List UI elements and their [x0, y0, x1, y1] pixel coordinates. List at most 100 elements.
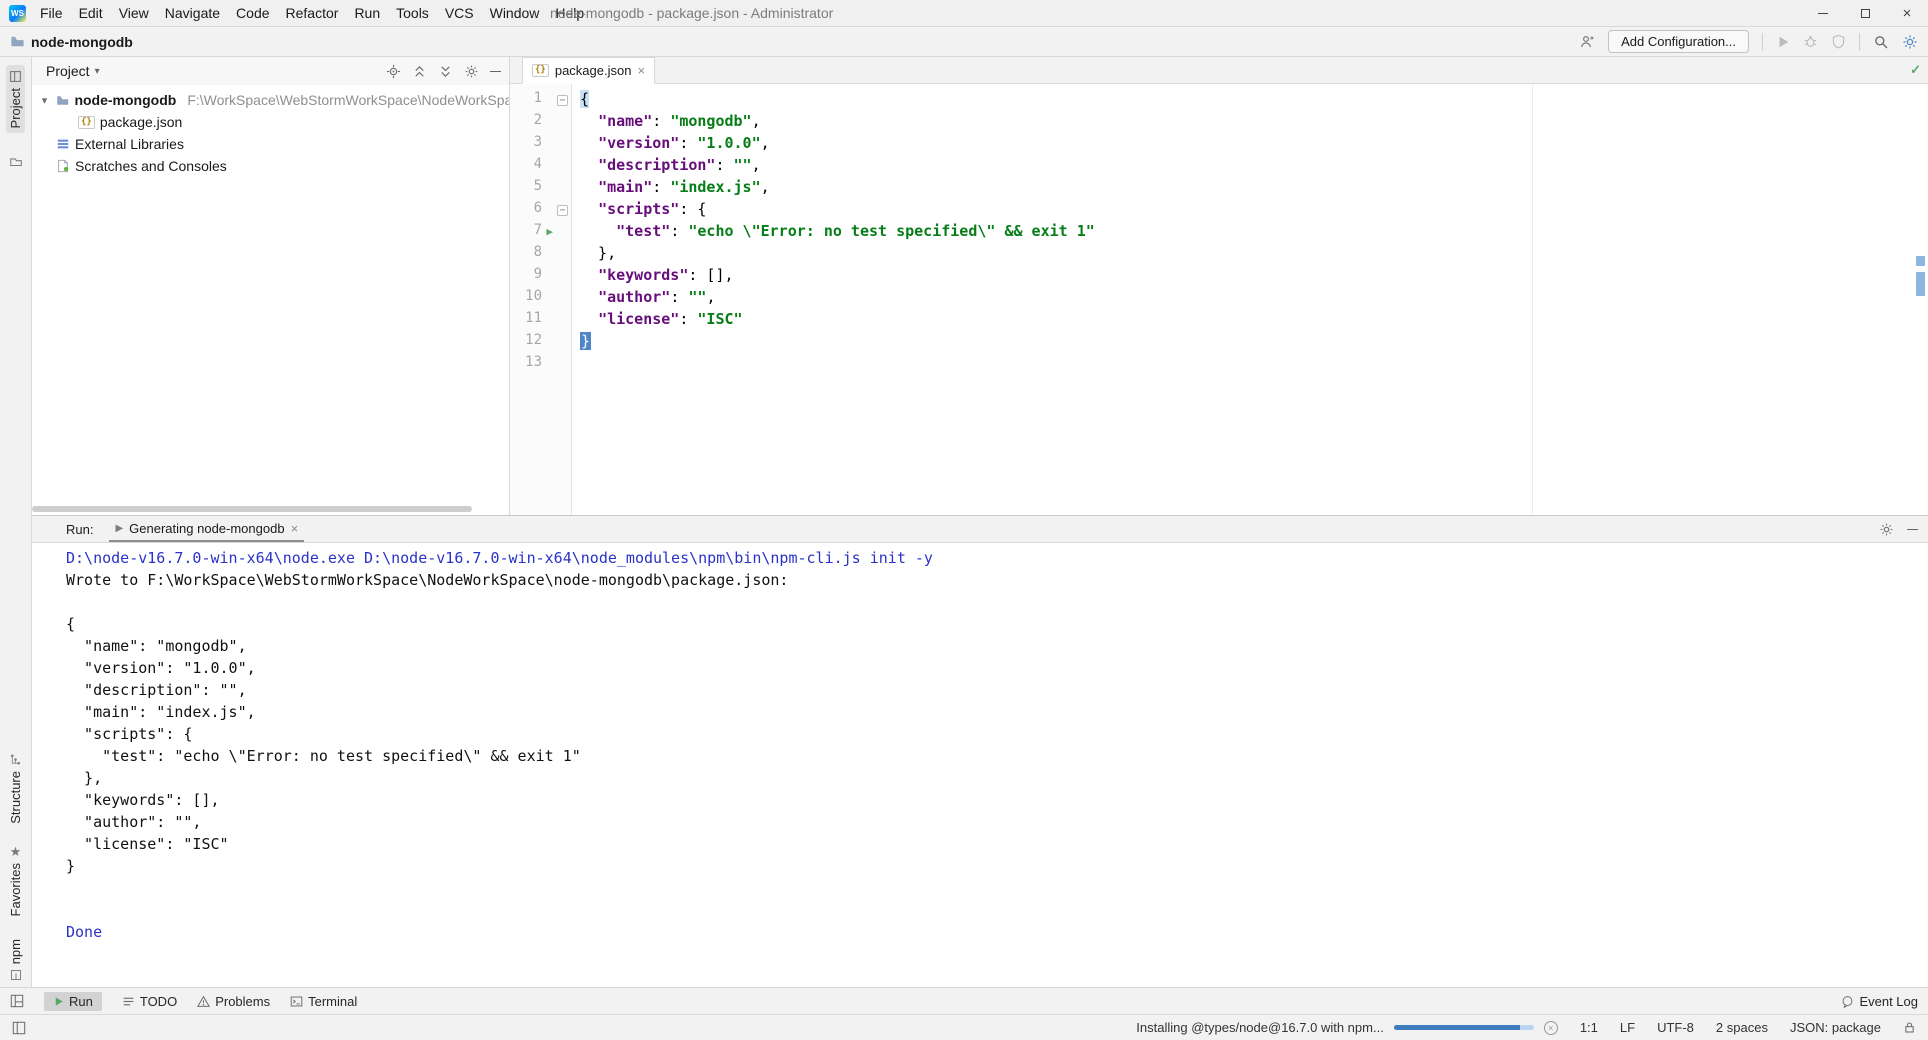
event-log-button[interactable]: Event Log: [1841, 994, 1918, 1009]
menu-item-vcs[interactable]: VCS: [437, 0, 482, 26]
editor-gutter: 1−2 3 4 5 6−7 ▶ 8 9 10 11 12 13: [510, 84, 572, 515]
gear-icon[interactable]: [1879, 522, 1894, 537]
inspections-ok-icon[interactable]: ✓: [1910, 62, 1921, 78]
file-type[interactable]: JSON: package: [1790, 1020, 1881, 1035]
profile-icon[interactable]: [1579, 34, 1595, 50]
editor-area: {} package.json × ✓ 1−2 3 4 5 6−7 ▶ 8 9 10 11 12 13…: [510, 57, 1928, 515]
run-console[interactable]: D:\node-v16.7.0-win-x64\node.exe D:\node…: [32, 543, 1928, 987]
toolwindow-tab-problems[interactable]: Problems: [197, 994, 270, 1009]
menu-item-edit[interactable]: Edit: [71, 0, 111, 26]
run-button[interactable]: [1776, 35, 1790, 49]
lock-icon[interactable]: [1903, 1021, 1916, 1034]
gear-icon[interactable]: [464, 64, 479, 79]
run-toolwindow: Run: ▶ Generating node-mongodb × D:\node…: [32, 515, 1928, 987]
stripe-tab-npm[interactable]: npm: [8, 939, 23, 981]
code-line[interactable]: "license": "ISC": [580, 310, 1095, 332]
gutter-line: 8: [533, 244, 542, 260]
code-line[interactable]: "author": "",: [580, 288, 1095, 310]
locate-file-icon[interactable]: [386, 64, 401, 79]
code-line[interactable]: [580, 354, 1095, 376]
settings-gear-icon[interactable]: [1902, 34, 1918, 50]
chevron-down-icon[interactable]: ▾: [95, 66, 100, 77]
progress-bar: [1393, 1025, 1534, 1030]
left-tool-stripe: Project Structure ★ Favorites npm: [0, 57, 32, 987]
editor-body[interactable]: 1−2 3 4 5 6−7 ▶ 8 9 10 11 12 13 { "name": "mongodb"…: [510, 84, 1928, 515]
debug-button[interactable]: [1803, 34, 1818, 49]
console-line: }: [66, 857, 76, 875]
code-line[interactable]: "main": "index.js",: [580, 178, 1095, 200]
run-line-icon[interactable]: ▶: [546, 225, 553, 238]
menu-item-tools[interactable]: Tools: [388, 0, 437, 26]
menu-item-navigate[interactable]: Navigate: [157, 0, 228, 26]
code-line[interactable]: "version": "1.0.0",: [580, 134, 1095, 156]
caret-position[interactable]: 1:1: [1580, 1020, 1598, 1035]
menu-item-file[interactable]: File: [32, 0, 71, 26]
minimize-button[interactable]: [1802, 0, 1844, 26]
tree-item-label: External Libraries: [75, 136, 184, 152]
scrollbar-mark[interactable]: [1916, 272, 1925, 296]
toolwindow-tab-terminal[interactable]: Terminal: [290, 994, 357, 1009]
close-icon[interactable]: ×: [637, 63, 645, 78]
code-line[interactable]: }: [580, 332, 1095, 354]
stripe-tab-project-label: Project: [8, 88, 23, 129]
run-tab-generating[interactable]: ▶ Generating node-mongodb ×: [109, 516, 305, 542]
stripe-tab-structure[interactable]: Structure: [8, 753, 23, 824]
menu-item-run[interactable]: Run: [346, 0, 388, 26]
toolwindow-switcher-icon[interactable]: [10, 994, 24, 1008]
tree-item-package-json[interactable]: {} package.json: [32, 111, 509, 133]
hide-panel-icon[interactable]: [490, 70, 501, 72]
toolbar-separator: [1762, 32, 1763, 51]
horizontal-scrollbar[interactable]: [32, 506, 472, 512]
code-line[interactable]: "name": "mongodb",: [580, 112, 1095, 134]
tree-item-external-libraries[interactable]: External Libraries: [32, 133, 509, 155]
line-ending[interactable]: LF: [1620, 1020, 1635, 1035]
breadcrumb[interactable]: node-mongodb: [31, 34, 133, 50]
project-panel-title[interactable]: Project: [46, 63, 90, 79]
code-line[interactable]: },: [580, 244, 1095, 266]
maximize-button[interactable]: [1844, 0, 1886, 26]
editor-tab-package-json[interactable]: {} package.json ×: [522, 57, 656, 84]
menu-item-view[interactable]: View: [111, 0, 157, 26]
collapse-all-icon[interactable]: [438, 64, 453, 79]
menu-item-refactor[interactable]: Refactor: [278, 0, 347, 26]
run-label: Run:: [66, 521, 94, 537]
bookmarks-icon[interactable]: [9, 155, 23, 169]
event-log-icon: [1842, 995, 1853, 1008]
folder-icon: [11, 36, 24, 47]
coverage-button[interactable]: [1831, 34, 1846, 49]
toolwindow-switcher-icon[interactable]: [12, 1021, 26, 1035]
add-configuration-button[interactable]: Add Configuration...: [1608, 30, 1749, 53]
stripe-tab-project[interactable]: Project: [6, 65, 25, 134]
console-line: "main": "index.js",: [66, 703, 256, 721]
fold-icon[interactable]: −: [557, 205, 568, 216]
close-button[interactable]: ×: [1886, 0, 1928, 26]
hide-panel-icon[interactable]: [1907, 528, 1918, 530]
menu-item-code[interactable]: Code: [228, 0, 277, 26]
project-panel: Project ▾ ▾ node-mongodb F:\WorkSpace\We…: [32, 57, 510, 515]
code-area[interactable]: { "name": "mongodb", "version": "1.0.0",…: [572, 84, 1095, 515]
fold-icon[interactable]: −: [557, 95, 568, 106]
scrollbar-mark[interactable]: [1916, 256, 1925, 266]
progress-fill: [1393, 1025, 1520, 1030]
toolwindow-tab-run[interactable]: Run: [44, 991, 102, 1011]
menu-item-window[interactable]: Window: [482, 0, 548, 26]
code-line[interactable]: "test": "echo \"Error: no test specified…: [580, 222, 1095, 244]
close-icon[interactable]: ×: [291, 521, 299, 536]
run-icon: ▶: [115, 522, 124, 534]
code-line[interactable]: "scripts": {: [580, 200, 1095, 222]
code-line[interactable]: "description": "",: [580, 156, 1095, 178]
tree-item-scratches[interactable]: Scratches and Consoles: [32, 155, 509, 177]
code-line[interactable]: {: [580, 90, 1095, 112]
gutter-line: 4: [533, 156, 542, 172]
file-encoding[interactable]: UTF-8: [1657, 1020, 1694, 1035]
code-line[interactable]: "keywords": [],: [580, 266, 1095, 288]
stripe-tab-npm-label: npm: [8, 938, 23, 964]
cancel-progress-icon[interactable]: ×: [1543, 1020, 1558, 1035]
search-everywhere-icon[interactable]: [1873, 34, 1889, 50]
indent-setting[interactable]: 2 spaces: [1716, 1020, 1768, 1035]
expand-all-icon[interactable]: [412, 64, 427, 79]
chevron-down-icon[interactable]: ▾: [38, 94, 51, 107]
toolwindow-tab-todo[interactable]: TODO: [122, 994, 177, 1009]
tree-item-project-root[interactable]: ▾ node-mongodb F:\WorkSpace\WebStormWork…: [32, 89, 509, 111]
stripe-tab-favorites[interactable]: ★ Favorites: [8, 845, 23, 916]
